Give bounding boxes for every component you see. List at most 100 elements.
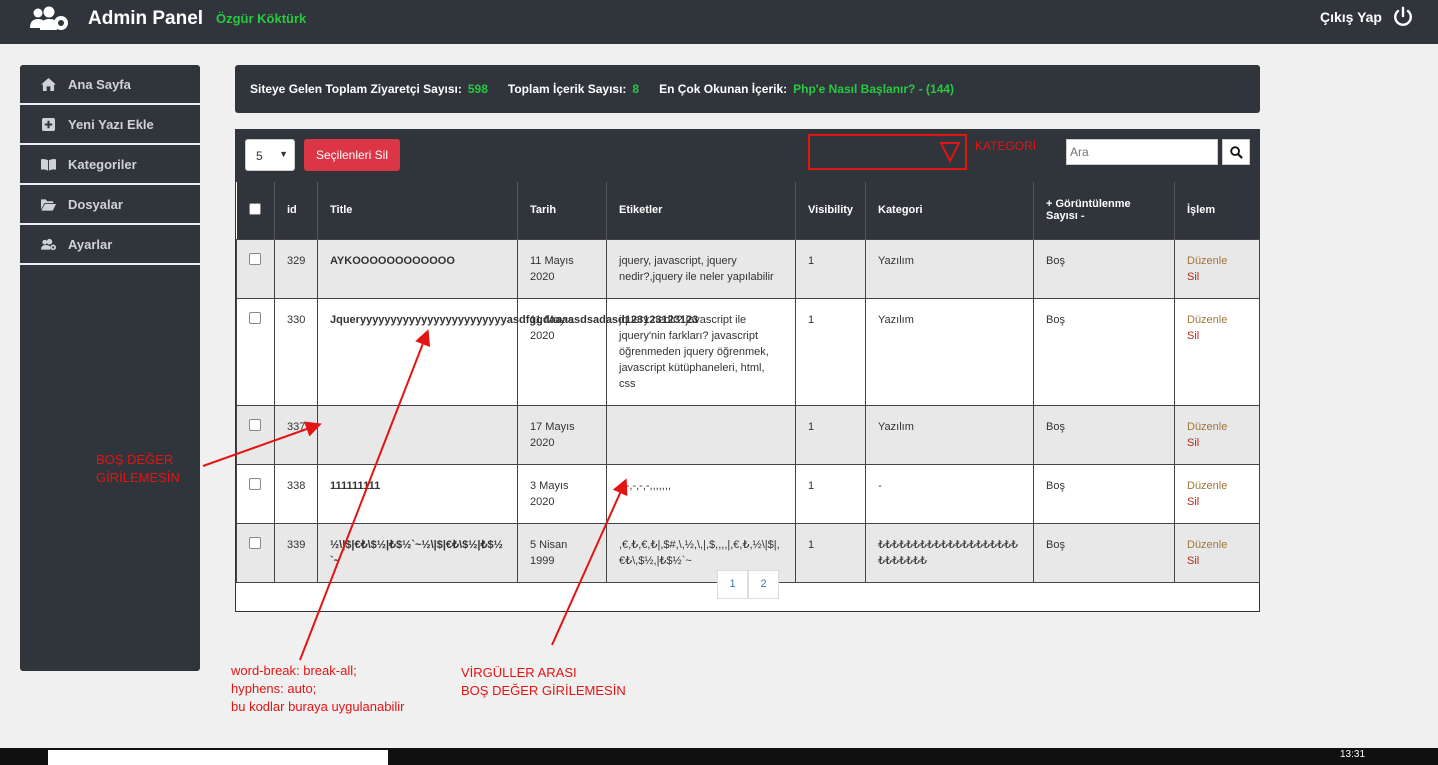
row-checkbox[interactable] (249, 477, 261, 490)
cell-actions: Düzenle Sil (1174, 463, 1260, 524)
cell-views: Boş (1033, 463, 1175, 524)
page-size-value: 5 (256, 149, 263, 163)
select-all-header (236, 182, 275, 239)
annotation-line: BOŞ DEĞER GİRİLEMESİN (461, 683, 626, 698)
row-checkbox[interactable] (249, 311, 261, 324)
pagination: 1 2 (717, 570, 779, 599)
sidebar-item-ana-sayfa[interactable]: Ana Sayfa (20, 65, 200, 105)
taskbar-clock: 13:31 (1340, 749, 1366, 760)
sidebar-item-yeni-yazi-ekle[interactable]: Yeni Yazı Ekle (20, 105, 200, 145)
users-cog-logo-icon (30, 6, 68, 30)
sidebar-item-dosyalar[interactable]: Dosyalar (20, 185, 200, 225)
header-category[interactable]: Kategori (865, 182, 1034, 239)
cell-date: 17 Mayıs 2020 (517, 404, 607, 465)
cell-title: ½\|$|€₺\$½|₺$½`~½\|$|€₺\$½|₺$½`~ (317, 522, 518, 583)
row-select-cell (236, 463, 275, 524)
header-id[interactable]: id (274, 182, 318, 239)
cell-views: Boş (1033, 522, 1175, 583)
annotation-line: hyphens: auto; (231, 681, 317, 696)
row-select-cell (236, 238, 275, 299)
annotation-line: VİRGÜLLER ARASI (461, 665, 577, 680)
cell-visibility: 1 (795, 297, 866, 406)
book-icon (40, 157, 56, 171)
delete-link[interactable]: Sil (1187, 328, 1247, 344)
edit-link[interactable]: Düzenle (1187, 478, 1247, 494)
cell-tags: -,-,-,-,-,,,,,,, (606, 463, 796, 524)
header-visibility[interactable]: Visibility (795, 182, 866, 239)
cell-title: 111111111 (317, 463, 518, 524)
content-count-label: Toplam İçerik Sayısı: (507, 82, 627, 96)
cell-actions: Düzenle Sil (1174, 522, 1260, 583)
posts-table: id Title Tarih Etiketler Visibility Kate… (236, 182, 1260, 583)
logout-label: Çıkış Yap (1319, 9, 1382, 25)
row-select-cell (236, 297, 275, 406)
edit-link[interactable]: Düzenle (1187, 537, 1247, 553)
delete-selected-button[interactable]: Seçilenleri Sil (304, 139, 400, 171)
users-cog-icon (40, 237, 56, 251)
cell-title: AYKOOOOOOOOOOOO (317, 238, 518, 299)
search-input[interactable] (1066, 139, 1218, 165)
sidebar-item-label: Dosyalar (68, 196, 123, 212)
cell-actions: Düzenle Sil (1174, 238, 1260, 299)
cell-category: Yazılım (865, 297, 1034, 406)
category-filter-select[interactable] (808, 134, 967, 170)
header-title[interactable]: Title (317, 182, 518, 239)
os-taskbar: 13:31 (0, 748, 1438, 765)
table-toolbar: 5 ▼ Seçilenleri Sil KATEGORİ (236, 130, 1259, 182)
annotation-css-hint: word-break: break-all; hyphens: auto; bu… (231, 662, 404, 716)
cell-tags: jquery nedir? javascript ile jquery'nin … (606, 297, 796, 406)
visitors-value: 598 (467, 82, 488, 96)
triangle-down-icon (939, 142, 961, 164)
sidebar-item-label: Yeni Yazı Ekle (68, 116, 154, 132)
header-date[interactable]: Tarih (517, 182, 607, 239)
search-icon (1229, 145, 1243, 159)
annotation-line: word-break: break-all; (231, 663, 357, 678)
taskbar-search-box[interactable] (48, 750, 388, 765)
cell-category: - (865, 463, 1034, 524)
cell-views: Boş (1033, 297, 1175, 406)
delete-link[interactable]: Sil (1187, 494, 1247, 510)
select-all-checkbox[interactable] (248, 202, 261, 215)
delete-link[interactable]: Sil (1187, 435, 1247, 451)
table-row: 329 AYKOOOOOOOOOOOO 11 Mayıs 2020 jquery… (236, 238, 1260, 299)
cell-category: ₺₺₺₺₺₺₺₺₺₺₺₺₺₺₺₺₺₺₺₺₺₺₺₺₺₺₺ (865, 522, 1034, 583)
row-checkbox[interactable] (249, 418, 261, 431)
cell-id: 339 (274, 522, 318, 583)
most-read-link[interactable]: Php'e Nasıl Başlanır? - (144) (793, 82, 954, 96)
table-row: 338 111111111 3 Mayıs 2020 -,-,-,-,-,,,,… (236, 463, 1260, 524)
row-checkbox[interactable] (249, 252, 261, 265)
cell-date: 5 Nisan 1999 (517, 522, 607, 583)
cell-visibility: 1 (795, 522, 866, 583)
header-action: İşlem (1174, 182, 1260, 239)
delete-link[interactable]: Sil (1187, 553, 1247, 569)
visitors-label: Siteye Gelen Toplam Ziyaretçi Sayısı: (250, 82, 462, 96)
edit-link[interactable]: Düzenle (1187, 312, 1247, 328)
edit-link[interactable]: Düzenle (1187, 253, 1247, 269)
cell-id: 330 (274, 297, 318, 406)
delete-link[interactable]: Sil (1187, 269, 1247, 285)
cell-id: 329 (274, 238, 318, 299)
most-read-label: En Çok Okunan İçerik: (659, 82, 788, 96)
annotation-empty-value: BOŞ DEĞER GİRİLEMESİN (96, 452, 180, 485)
header-views[interactable]: + Görüntülenme Sayısı - (1033, 182, 1175, 239)
cell-title (317, 404, 518, 465)
logout-button[interactable]: Çıkış Yap (1320, 6, 1414, 28)
sidebar-item-kategoriler[interactable]: Kategoriler (20, 145, 200, 185)
cell-category: Yazılım (865, 238, 1034, 299)
cell-date: 11 Mayıs 2020 (517, 238, 607, 299)
cell-actions: Düzenle Sil (1174, 297, 1260, 406)
content-count-value: 8 (632, 82, 640, 96)
sidebar-item-ayarlar[interactable]: Ayarlar (20, 225, 200, 265)
cell-category: Yazılım (865, 404, 1034, 465)
cell-id: 337 (274, 404, 318, 465)
page-link[interactable]: 1 (717, 570, 748, 599)
page-link[interactable]: 2 (748, 570, 779, 599)
search-button[interactable] (1222, 139, 1250, 165)
cell-views: Boş (1033, 238, 1175, 299)
edit-link[interactable]: Düzenle (1187, 419, 1247, 435)
app-title: Admin Panel (88, 8, 204, 29)
row-checkbox[interactable] (249, 536, 261, 549)
page-size-select[interactable]: 5 ▼ (245, 139, 295, 171)
header-tags[interactable]: Etiketler (606, 182, 796, 239)
annotation-line: bu kodlar buraya uygulanabilir (231, 699, 405, 714)
